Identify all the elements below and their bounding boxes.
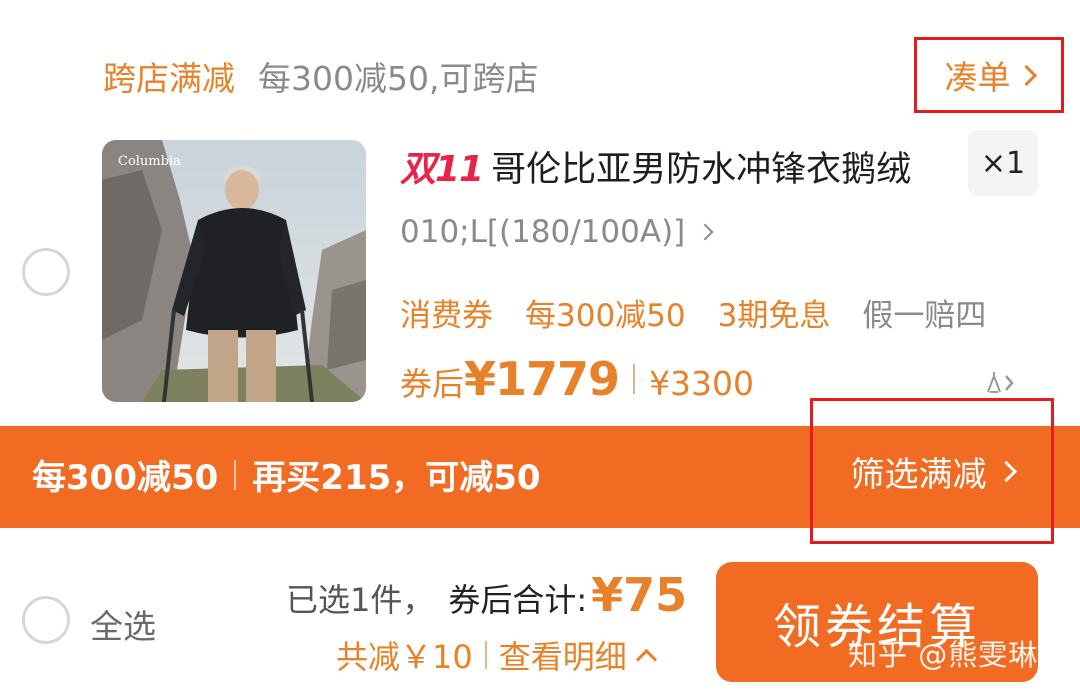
select-all-label[interactable]: 全选: [90, 600, 156, 648]
discount-bar-info: 每300减50 再买215，可减50: [32, 450, 541, 499]
price-row: 券后 ¥1779 ¥3300: [400, 352, 754, 406]
item-checkbox[interactable]: [22, 248, 70, 296]
collect-order-link[interactable]: 凑单: [914, 37, 1064, 113]
order-summary: 已选1件， 券后合计: ¥75: [286, 568, 687, 622]
chevron-right-icon: [696, 223, 714, 241]
price-after-coupon: ¥1779: [464, 352, 620, 406]
compare-icon[interactable]: [986, 370, 1018, 396]
sku-text: 010;L[(180/100A)]: [400, 214, 686, 250]
quantity-button[interactable]: ×1: [968, 130, 1038, 196]
chevron-up-icon: [635, 648, 657, 670]
price-original: ¥3300: [649, 364, 755, 403]
collect-order-label: 凑单: [944, 58, 1011, 97]
benefit-tag: 每300减50: [525, 298, 686, 334]
select-all-checkbox[interactable]: [22, 596, 70, 644]
price-divider: [633, 364, 636, 394]
chevron-right-icon: [1015, 64, 1037, 86]
savings-detail-row[interactable]: 共减￥10 查看明细: [336, 632, 657, 678]
benefit-tag: 消费券: [400, 298, 493, 334]
filter-discount-label: 筛选满减: [850, 454, 987, 495]
promo-description: 每300减50,可跨店: [258, 59, 539, 98]
total-price: ¥75: [591, 568, 688, 622]
benefit-tag: 假一赔四: [862, 298, 987, 334]
total-label: 券后合计:: [448, 581, 588, 619]
view-details-link[interactable]: 查看明细: [499, 632, 627, 678]
product-title-row[interactable]: 双11 哥伦比亚男防水冲锋衣鹅绒: [400, 140, 911, 192]
discount-hint: 再买215，可减50: [252, 458, 541, 498]
selected-count: 已选1件，: [286, 581, 435, 619]
savings-amount: 共减￥10: [336, 638, 473, 676]
product-image[interactable]: Columbia: [102, 140, 366, 402]
product-photo: [102, 140, 366, 402]
chevron-right-icon: [995, 460, 1017, 482]
sku-selector[interactable]: 010;L[(180/100A)]: [400, 214, 714, 250]
double-eleven-badge: 双11: [400, 149, 484, 190]
product-title: 哥伦比亚男防水冲锋衣鹅绒: [491, 149, 912, 190]
watermark: 知乎 @熊雯琳: [848, 638, 1039, 672]
benefit-tag: 3期免息: [717, 298, 831, 334]
brand-logo: Columbia: [118, 154, 181, 169]
filter-discount-link[interactable]: 筛选满减: [810, 398, 1054, 544]
discount-rule: 每300减50: [32, 458, 219, 498]
promo-tag: 跨店满减: [103, 59, 235, 98]
detail-divider: [484, 641, 487, 669]
bar-divider: [234, 459, 237, 490]
benefit-tags: 消费券 每300减50 3期免息 假一赔四: [400, 290, 986, 335]
price-label: 券后: [400, 365, 465, 403]
